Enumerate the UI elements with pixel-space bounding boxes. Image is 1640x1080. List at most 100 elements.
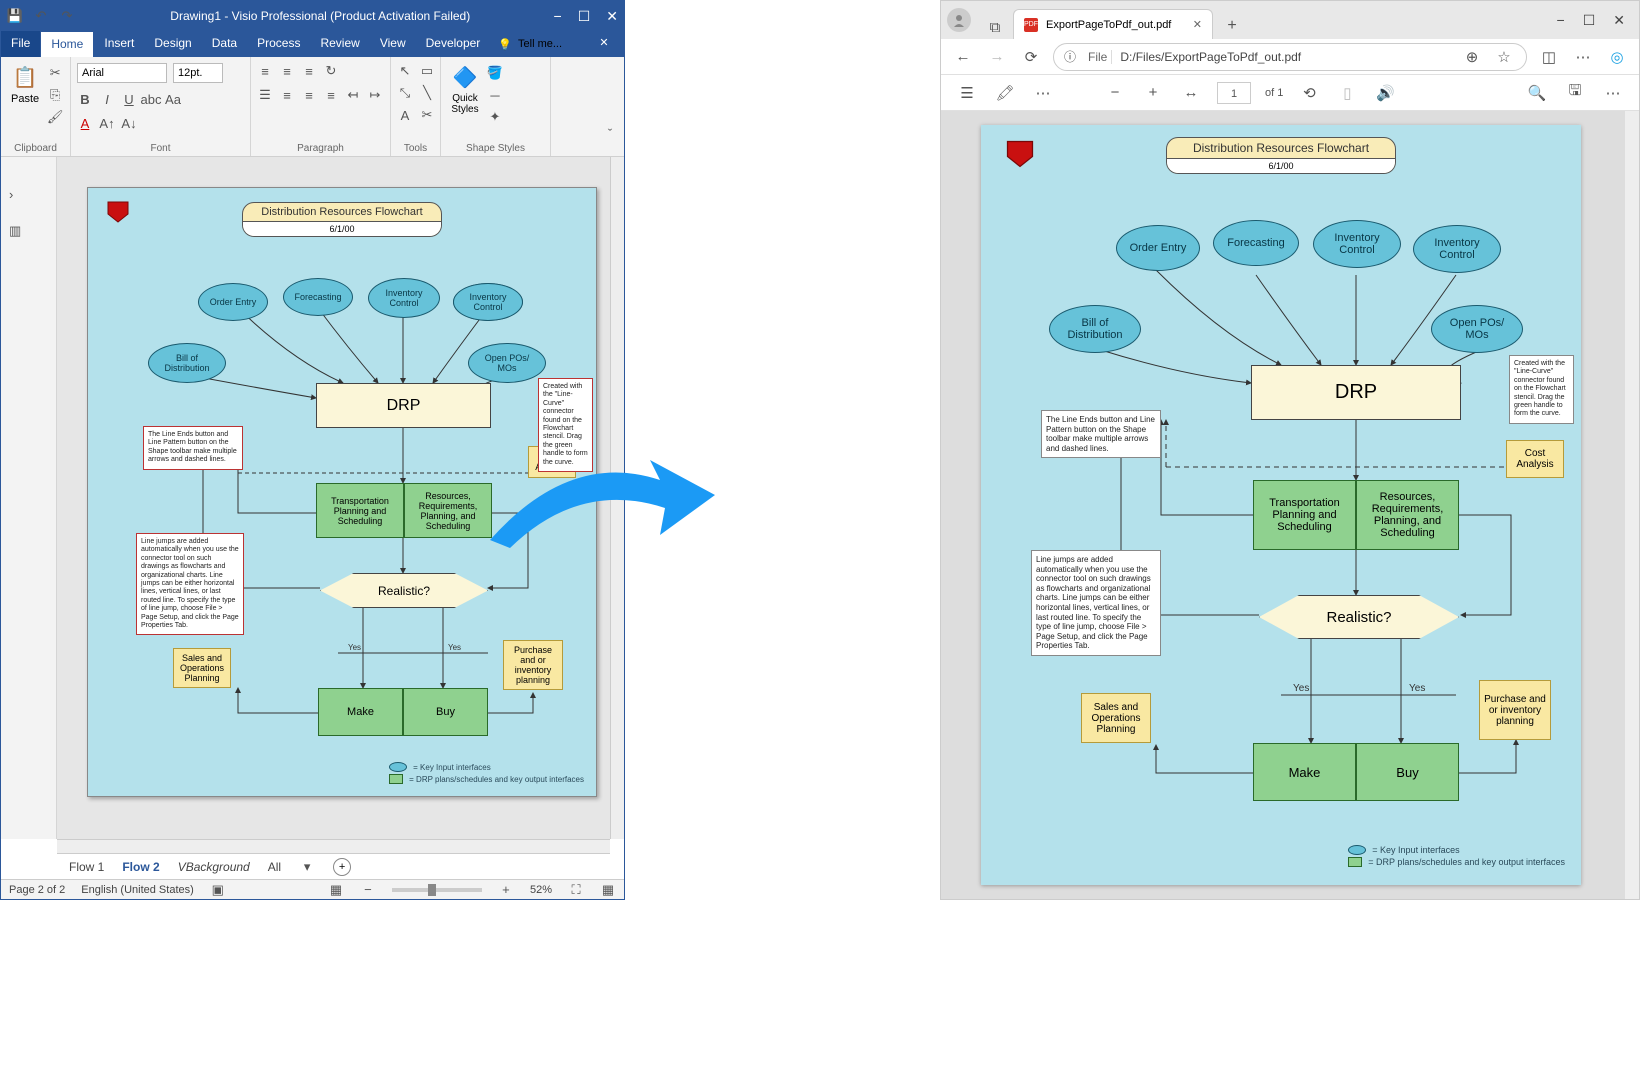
node-drp[interactable]: DRP	[316, 383, 491, 428]
find-icon[interactable]: 🔍	[1525, 81, 1549, 105]
node-buy[interactable]: Buy	[403, 688, 488, 736]
fit-width-icon[interactable]: ↔	[1179, 81, 1203, 105]
page-number-input[interactable]: 1	[1217, 82, 1251, 104]
quick-styles-button[interactable]: 🔷 Quick Styles	[447, 61, 483, 117]
refresh-icon[interactable]: ⟳	[1019, 45, 1043, 69]
indent-dec-icon[interactable]: ↤	[345, 87, 361, 103]
zoom-slider[interactable]	[392, 888, 482, 892]
add-page-button[interactable]: +	[333, 858, 351, 876]
visio-shapes-pane[interactable]: › ▥	[1, 157, 57, 839]
zoom-out-icon[interactable]: −	[360, 882, 376, 898]
address-bar[interactable]: ⓘ File D:/Files/ExportPageToPdf_out.pdf …	[1053, 43, 1527, 71]
node-bill-dist[interactable]: Bill of Distribution	[148, 343, 226, 383]
fill-icon[interactable]: 🪣	[487, 65, 503, 81]
shrink-font-icon[interactable]: A↓	[121, 115, 137, 131]
zoom-in-pdf-icon[interactable]: +	[1141, 81, 1165, 105]
save-pdf-icon[interactable]: 🖫	[1563, 81, 1587, 105]
tab-developer[interactable]: Developer	[416, 31, 491, 57]
pan-zoom-icon[interactable]: ▦	[600, 882, 616, 898]
tab-home[interactable]: Home	[40, 31, 94, 57]
indent-inc-icon[interactable]: ↦	[367, 87, 383, 103]
visio-hscrollbar[interactable]	[57, 839, 610, 853]
stencil-icon[interactable]: ▥	[9, 223, 25, 239]
align-left-icon[interactable]: ≡	[279, 87, 295, 103]
page-tab-flow2[interactable]: Flow 2	[122, 860, 159, 874]
strike-icon[interactable]: abc	[143, 91, 159, 107]
node-sales[interactable]: Sales and Operations Planning	[173, 648, 231, 688]
tab-review[interactable]: Review	[310, 31, 369, 57]
node-forecasting[interactable]: Forecasting	[283, 278, 353, 316]
zoom-percent[interactable]: 52%	[530, 884, 552, 896]
edge-minimize-icon[interactable]: −	[1557, 12, 1565, 29]
font-name-combo[interactable]: Arial	[77, 63, 167, 83]
bullets-icon[interactable]: ☰	[257, 87, 273, 103]
italic-icon[interactable]: I	[99, 91, 115, 107]
tab-process[interactable]: Process	[247, 31, 310, 57]
node-inventory[interactable]: Inventory Control	[368, 278, 440, 318]
connector-tool-icon[interactable]: ⤡	[397, 85, 413, 101]
font-color-icon[interactable]: A	[77, 115, 93, 131]
align-bot-icon[interactable]: ≡	[301, 63, 317, 79]
read-aloud-icon[interactable]: 🔊	[1373, 81, 1397, 105]
zoom-out-pdf-icon[interactable]: −	[1103, 81, 1127, 105]
page-tab-background[interactable]: VBackground	[178, 860, 250, 874]
zoom-in-icon[interactable]: +	[498, 882, 514, 898]
line-style-icon[interactable]: ─	[487, 87, 503, 103]
node-open-pos[interactable]: Open POs/ MOs	[468, 343, 546, 383]
settings-menu-icon[interactable]: ⋯	[1571, 45, 1595, 69]
shapes-chevron-icon[interactable]: ›	[9, 187, 25, 203]
superscript-icon[interactable]: Aa	[165, 91, 181, 107]
paste-button[interactable]: 📋 Paste	[7, 61, 43, 107]
zoom-reset-icon[interactable]: ⊕	[1460, 45, 1484, 69]
node-inventory-ctrl[interactable]: Inventory Control	[453, 283, 523, 321]
minimize-icon[interactable]: −	[554, 8, 562, 25]
profile-avatar-icon[interactable]	[947, 8, 971, 32]
align-top-icon[interactable]: ≡	[257, 63, 273, 79]
page-tab-all[interactable]: All	[268, 860, 281, 874]
undo-icon[interactable]: ↶	[33, 8, 49, 24]
macro-rec-icon[interactable]: ▣	[210, 882, 226, 898]
chevron-down-icon[interactable]: ▾	[299, 859, 315, 875]
highlight-icon[interactable]: 🖍	[993, 81, 1017, 105]
node-make[interactable]: Make	[318, 688, 403, 736]
maximize-icon[interactable]: ☐	[578, 8, 591, 25]
tell-me-search[interactable]: 💡Tell me...	[490, 31, 584, 57]
edge-close-icon[interactable]: ✕	[1613, 12, 1625, 29]
close-icon[interactable]: ✕	[606, 8, 618, 25]
pdf-more-icon[interactable]: ⋯	[1601, 81, 1625, 105]
back-icon[interactable]: ←	[951, 45, 975, 69]
edge-maximize-icon[interactable]: ☐	[1583, 12, 1596, 29]
workspaces-icon[interactable]: ⧉	[983, 15, 1007, 39]
collapse-ribbon-icon[interactable]: ˇ	[602, 125, 618, 141]
underline-icon[interactable]: U	[121, 91, 137, 107]
node-purchase[interactable]: Purchase and or inventory planning	[503, 640, 563, 690]
orientation-icon[interactable]: ↻	[323, 63, 339, 79]
align-center-icon[interactable]: ≡	[301, 87, 317, 103]
rotate-icon[interactable]: ⟲	[1297, 81, 1321, 105]
pdf-viewport[interactable]: Distribution Resources Flowchart 6/1/00 …	[941, 111, 1639, 899]
node-order-entry[interactable]: Order Entry	[198, 283, 268, 321]
text-tool-icon[interactable]: A	[397, 107, 413, 123]
pointer-tool-icon[interactable]: ↖	[397, 63, 413, 79]
save-icon[interactable]: 💾	[7, 8, 23, 24]
split-screen-icon[interactable]: ◫	[1537, 45, 1561, 69]
close-doc-button[interactable]: ✕	[584, 31, 624, 57]
edge-vscrollbar[interactable]	[1625, 111, 1639, 899]
cut-icon[interactable]: ✂	[47, 65, 63, 81]
tab-file[interactable]: File	[1, 31, 40, 57]
redo-icon[interactable]: ↷	[59, 8, 75, 24]
tab-view[interactable]: View	[370, 31, 416, 57]
effects-icon[interactable]: ✦	[487, 109, 503, 125]
tab-design[interactable]: Design	[144, 31, 201, 57]
page-tab-flow1[interactable]: Flow 1	[69, 860, 104, 874]
status-language[interactable]: English (United States)	[81, 884, 194, 896]
format-painter-icon[interactable]: 🖌	[47, 109, 63, 125]
node-realistic[interactable]: Realistic?	[320, 573, 488, 608]
rect-tool-icon[interactable]: ▭	[419, 63, 435, 79]
node-resources[interactable]: Resources, Requirements, Planning, and S…	[404, 483, 492, 538]
node-transport[interactable]: Transportation Planning and Scheduling	[316, 483, 404, 538]
line-tool-icon[interactable]: ╲	[419, 85, 435, 101]
site-info-icon[interactable]: ⓘ	[1064, 48, 1076, 65]
copilot-icon[interactable]: ◎	[1605, 45, 1629, 69]
toc-icon[interactable]: ☰	[955, 81, 979, 105]
